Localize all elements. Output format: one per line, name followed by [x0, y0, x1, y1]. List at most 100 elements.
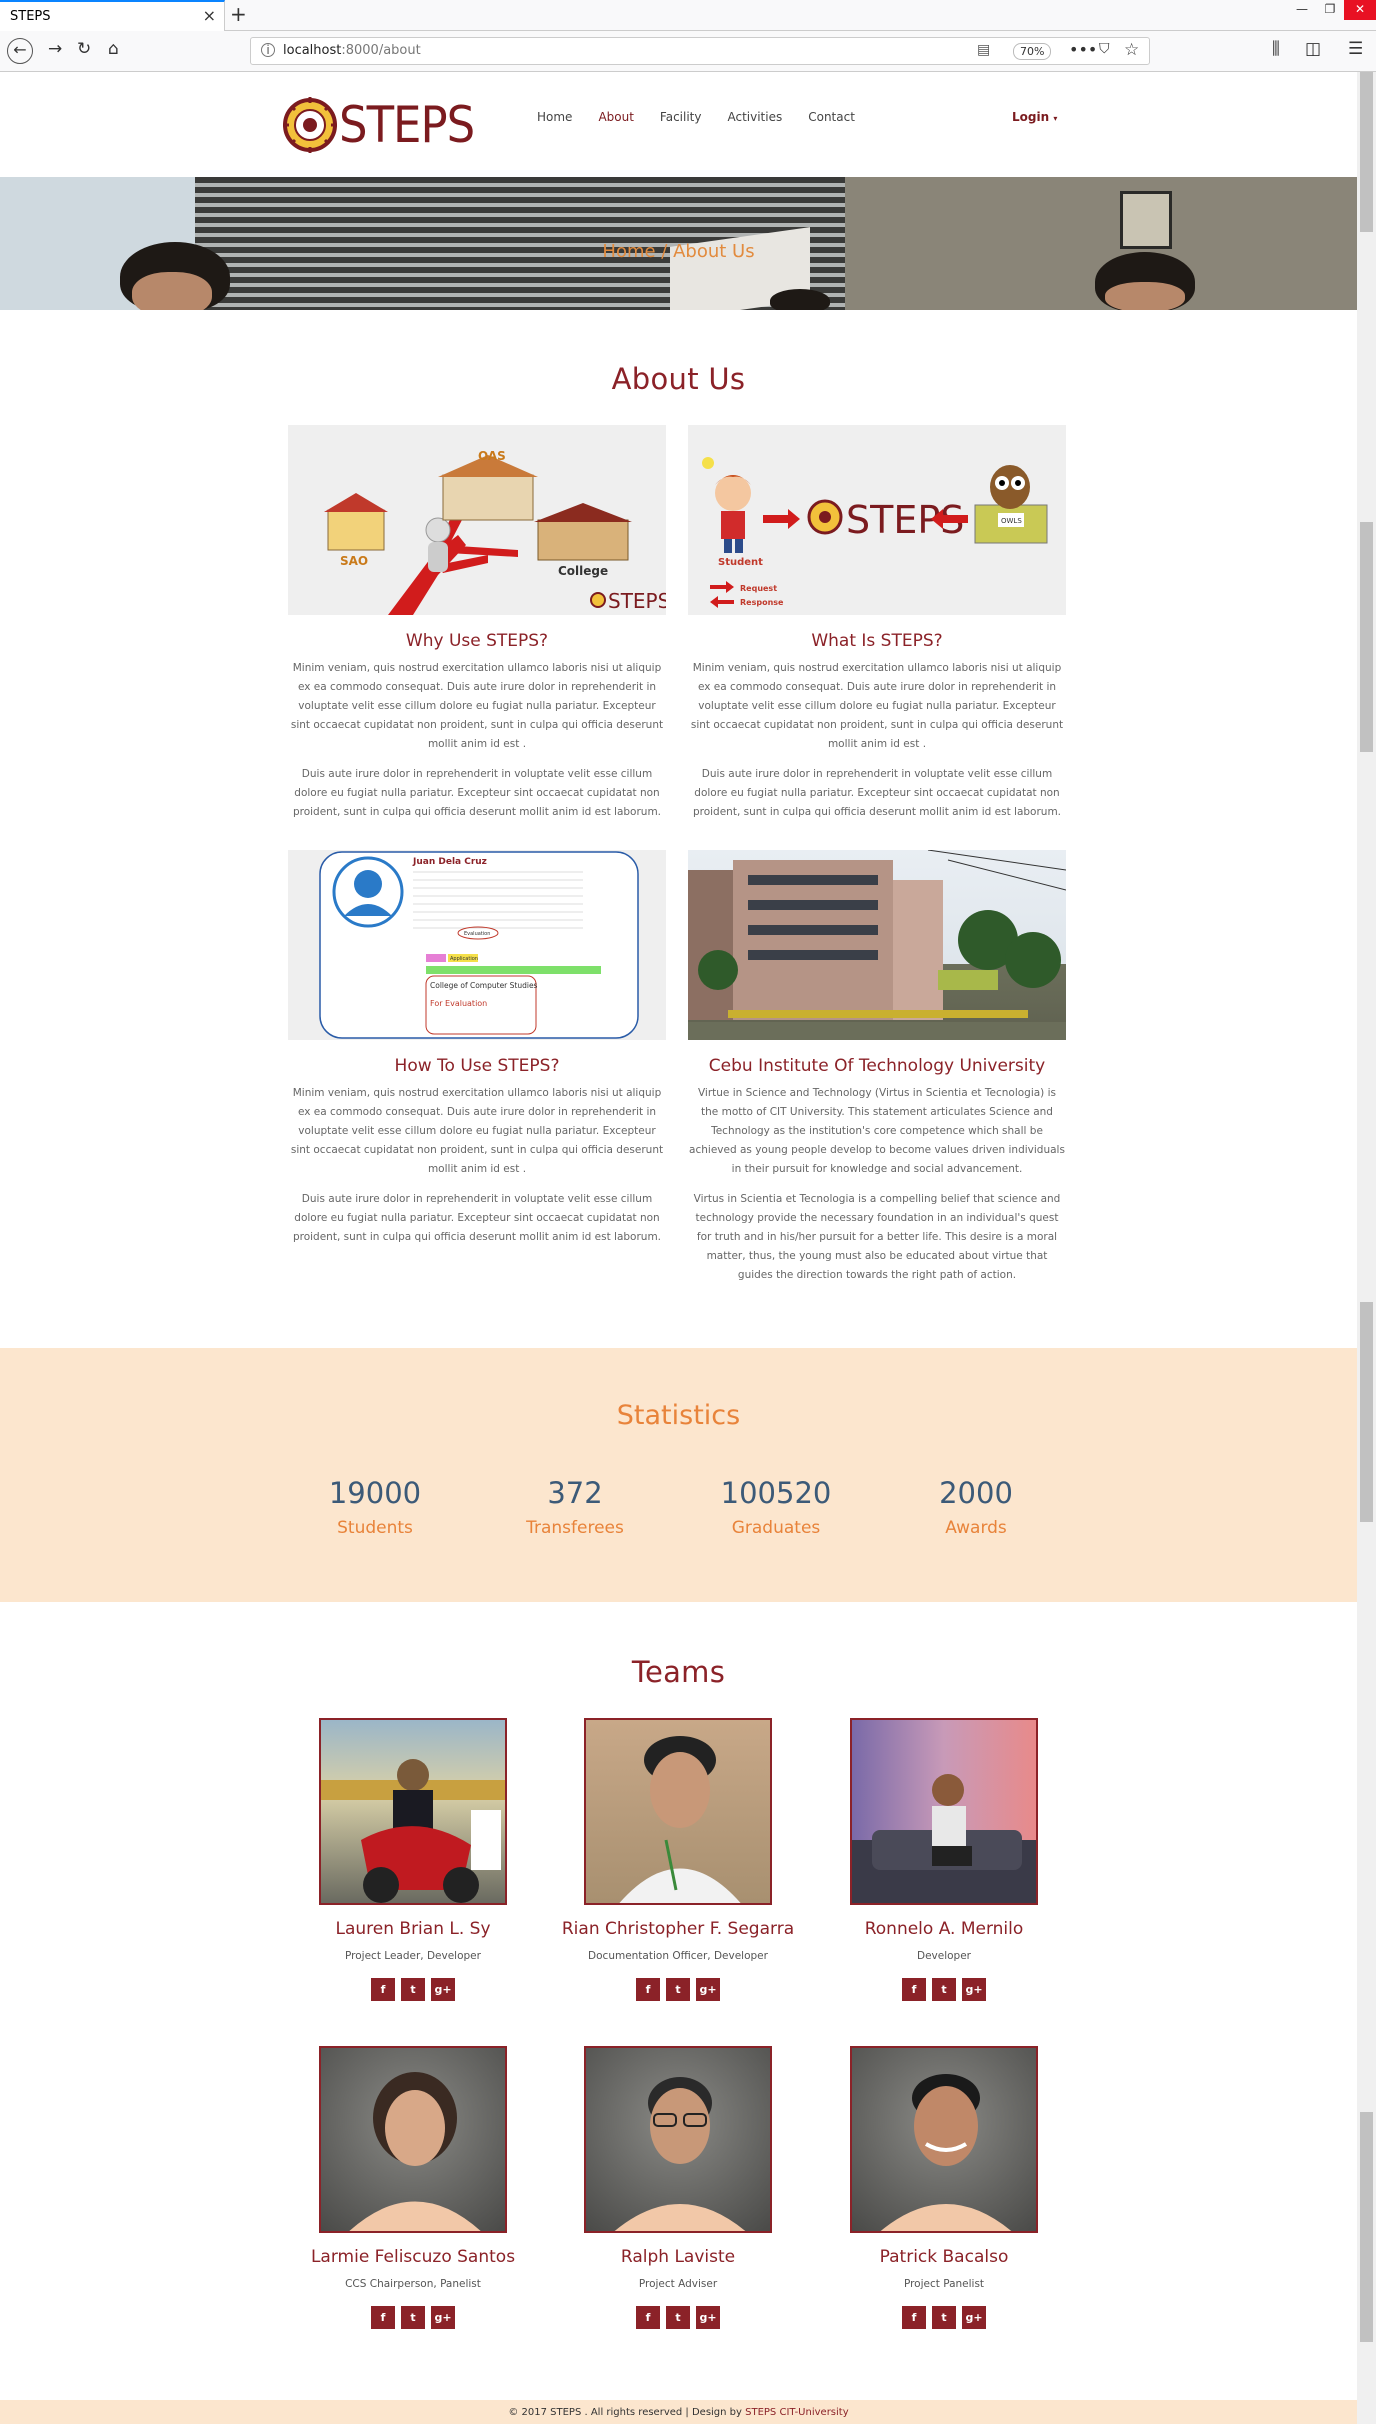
diagram-label-request: Request: [740, 584, 777, 593]
logo-wordmark: STEPS: [339, 96, 475, 154]
member-name: Larmie Feliscuzo Santos: [310, 2247, 516, 2267]
google-plus-icon[interactable]: g+: [431, 2306, 455, 2329]
sidebar-icon[interactable]: ◫: [1305, 39, 1321, 59]
member-social: f t g+: [273, 2306, 553, 2329]
member-role: CCS Chairperson, Panelist: [345, 2278, 481, 2290]
bookmark-star-icon[interactable]: ☆: [1124, 40, 1139, 60]
profile-screenshot: Juan Dela Cruz Evaluation Application Co…: [319, 851, 639, 1039]
library-icon[interactable]: ⫼: [1272, 39, 1280, 59]
url-text[interactable]: localhost:8000/about: [283, 43, 421, 58]
stat-value: 100520: [720, 1476, 832, 1510]
profile-name: Juan Dela Cruz: [412, 857, 487, 867]
about-card: OAS SAO College STEPS Why Use STEPS? Min…: [288, 425, 666, 822]
reload-icon[interactable]: ↻: [77, 39, 91, 59]
facebook-icon[interactable]: f: [371, 1978, 395, 2001]
home-icon[interactable]: ⌂: [108, 39, 119, 59]
browser-toolbar: ← → ↻ ⌂ i localhost:8000/about ▤ 70% •••…: [0, 31, 1376, 72]
twitter-icon[interactable]: t: [401, 2306, 425, 2329]
page-actions-icon[interactable]: •••: [1069, 40, 1097, 59]
card-title: Cebu Institute Of Technology University: [708, 1056, 1046, 1076]
facebook-icon[interactable]: f: [371, 2306, 395, 2329]
scrollbar-thumb[interactable]: [1360, 2112, 1373, 2342]
statistics-section: Statistics 19000 Students 372 Transferee…: [0, 1348, 1357, 1602]
reader-view-icon[interactable]: ▤: [977, 42, 990, 58]
stat-value: 372: [547, 1476, 603, 1510]
hero-title: Home / About Us: [602, 241, 755, 262]
twitter-icon[interactable]: t: [932, 2306, 956, 2329]
zoom-indicator[interactable]: 70%: [1013, 43, 1052, 60]
google-plus-icon[interactable]: g+: [696, 1978, 720, 2001]
stat-label: Transferees: [526, 1518, 624, 1538]
minimize-icon[interactable]: —: [1288, 0, 1316, 20]
team-member: Patrick Bacalso Project Panelist f t g+: [804, 2046, 1084, 2329]
team-member: Larmie Feliscuzo Santos CCS Chairperson,…: [273, 2046, 553, 2329]
member-social: f t g+: [538, 2306, 818, 2329]
window-controls: — ❐ ✕: [1288, 0, 1376, 22]
scrollbar-thumb[interactable]: [1360, 72, 1373, 232]
stat-value: 2000: [939, 1476, 1013, 1510]
back-icon[interactable]: ←: [7, 38, 33, 64]
member-photo: [584, 1718, 772, 1905]
google-plus-icon[interactable]: g+: [431, 1978, 455, 2001]
forward-icon[interactable]: →: [48, 39, 62, 59]
hero-face: [1105, 282, 1185, 310]
site-logo[interactable]: STEPS: [283, 95, 475, 155]
google-plus-icon[interactable]: g+: [696, 2306, 720, 2329]
how-steps-image: Juan Dela Cruz Evaluation Application Co…: [288, 850, 666, 1040]
why-steps-image: OAS SAO College STEPS: [288, 425, 666, 615]
stat-students: 19000 Students: [275, 1476, 475, 1538]
nav-home[interactable]: Home: [537, 110, 572, 124]
member-social: f t g+: [538, 1978, 818, 2001]
facebook-icon[interactable]: f: [636, 1978, 660, 2001]
footer-link[interactable]: STEPS CIT-University: [745, 2407, 849, 2418]
close-window-icon[interactable]: ✕: [1344, 0, 1376, 20]
about-title: About Us: [611, 362, 746, 396]
google-plus-icon[interactable]: g+: [962, 1978, 986, 2001]
member-social: f t g+: [804, 1978, 1084, 2001]
twitter-icon[interactable]: t: [401, 1978, 425, 2001]
member-role: Project Leader, Developer: [345, 1950, 481, 1962]
url-host: localhost: [283, 43, 342, 58]
stat-label: Students: [337, 1518, 413, 1538]
pocket-icon[interactable]: ⛉: [1099, 41, 1110, 57]
scrollbar-thumb[interactable]: [1360, 522, 1373, 752]
info-icon[interactable]: i: [261, 43, 275, 57]
member-name: Lauren Brian L. Sy: [335, 1919, 491, 1939]
main-nav: Home About Facility Activities Contact: [537, 110, 855, 124]
nav-facility[interactable]: Facility: [660, 110, 702, 124]
member-social: f t g+: [273, 1978, 553, 2001]
url-path: :8000/about: [341, 43, 421, 58]
footer-text: © 2017 STEPS . All rights reserved | Des…: [508, 2407, 742, 2418]
facebook-icon[interactable]: f: [902, 1978, 926, 2001]
tab-title: STEPS: [10, 9, 51, 24]
member-role: Project Adviser: [638, 2278, 718, 2290]
google-plus-icon[interactable]: g+: [962, 2306, 986, 2329]
scrollbar-thumb[interactable]: [1360, 1302, 1373, 1522]
diagram-label-student: Student: [718, 557, 763, 568]
twitter-icon[interactable]: t: [666, 1978, 690, 2001]
card-paragraph: Duis aute irure dolor in reprehenderit i…: [292, 768, 662, 818]
close-tab-icon[interactable]: ×: [203, 6, 216, 25]
member-photo: [319, 1718, 507, 1905]
member-photo: [584, 2046, 772, 2233]
twitter-icon[interactable]: t: [666, 2306, 690, 2329]
page-scrollbar[interactable]: [1357, 72, 1376, 2424]
login-dropdown[interactable]: Login ▾: [1012, 110, 1057, 124]
facebook-icon[interactable]: f: [636, 2306, 660, 2329]
nav-contact[interactable]: Contact: [808, 110, 855, 124]
new-tab-icon[interactable]: +: [230, 2, 247, 26]
member-name: Rian Christopher F. Segarra: [561, 1919, 795, 1939]
hero-face: [132, 272, 212, 310]
url-bar[interactable]: i localhost:8000/about ▤ 70% ••• ⛉ ☆: [250, 37, 1150, 65]
team-member: Lauren Brian L. Sy Project Leader, Devel…: [273, 1718, 553, 2001]
card-paragraph: Minim veniam, quis nostrud exercitation …: [290, 662, 664, 750]
menu-icon[interactable]: ☰: [1348, 39, 1363, 59]
twitter-icon[interactable]: t: [932, 1978, 956, 2001]
browser-tab[interactable]: STEPS ×: [0, 0, 225, 31]
member-social: f t g+: [804, 2306, 1084, 2329]
nav-about[interactable]: About: [598, 110, 633, 124]
nav-activities[interactable]: Activities: [727, 110, 782, 124]
restore-icon[interactable]: ❐: [1316, 0, 1344, 20]
hero-banner: Home / About Us: [0, 177, 1357, 310]
facebook-icon[interactable]: f: [902, 2306, 926, 2329]
